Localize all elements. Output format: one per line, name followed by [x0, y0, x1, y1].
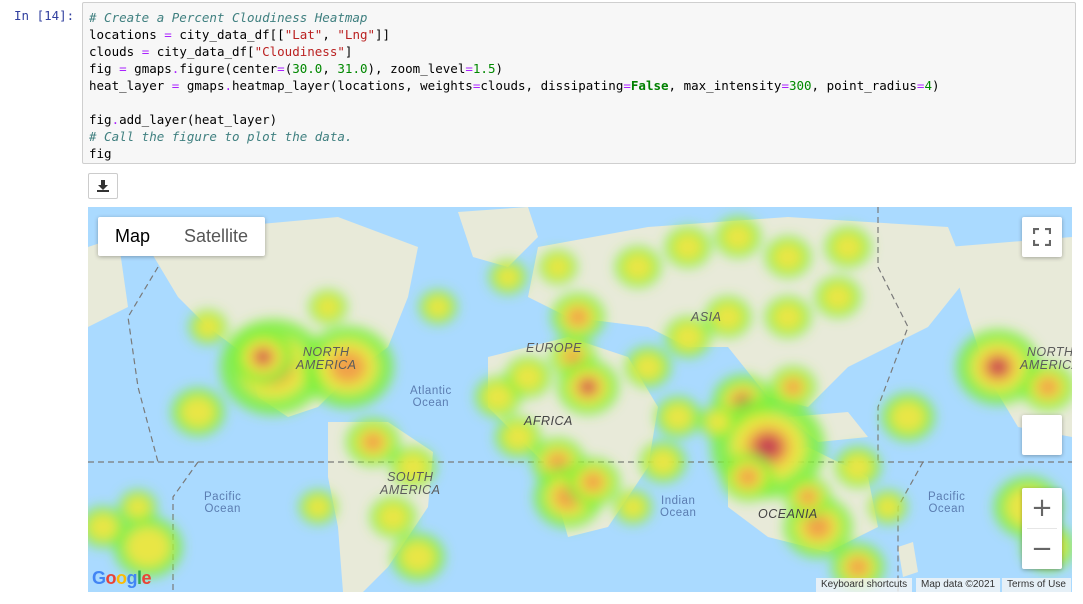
heat-blob: [255, 350, 271, 364]
heat-blob: [773, 243, 803, 271]
heat-blob: [737, 467, 759, 487]
code-line: # Call the figure to plot the data.: [89, 129, 353, 144]
heat-blob: [513, 363, 543, 391]
heat-blob: [125, 526, 171, 568]
heat-blob: [305, 495, 331, 519]
heat-blob: [620, 495, 646, 519]
zoom-in-button[interactable]: +: [1022, 488, 1062, 528]
code-line: fig.add_layer(heat_layer): [89, 112, 278, 127]
heat-blob: [633, 353, 663, 381]
heat-blob: [400, 541, 436, 573]
map-data-attribution: Map data ©2021: [916, 578, 1001, 592]
code-line: heat_layer = gmaps.heatmap_layer(locatio…: [89, 78, 940, 93]
code-line: clouds = city_data_df["Cloudiness"]: [89, 44, 353, 59]
heat-blob: [648, 448, 678, 476]
heat-blob: [567, 307, 589, 327]
heat-blob: [88, 513, 118, 541]
cell-prompt: In [14]:: [14, 8, 75, 23]
heat-blob: [833, 233, 863, 261]
heat-blob: [799, 488, 817, 506]
heat-blob: [315, 295, 341, 319]
heat-blob: [125, 495, 151, 519]
label-oceania: OCEANIA: [758, 507, 818, 521]
heat-blob: [495, 265, 521, 289]
download-icon: [97, 180, 109, 192]
map-type-map-button[interactable]: Map: [98, 217, 167, 256]
heat-blob: [425, 295, 451, 319]
heat-blob: [875, 495, 901, 519]
heat-blob: [773, 303, 803, 331]
heat-blob: [673, 323, 703, 351]
zoom-control: + −: [1022, 488, 1062, 569]
code-line: fig: [89, 146, 112, 161]
terms-of-use-link[interactable]: Terms of Use: [1002, 578, 1071, 592]
heat-blob: [580, 380, 596, 394]
fullscreen-button[interactable]: [1022, 217, 1062, 257]
heat-blob: [180, 396, 216, 428]
map-type-control: Map Satellite: [98, 217, 266, 256]
download-button[interactable]: [88, 173, 118, 199]
label-indian-ocean: Indian Ocean: [660, 495, 697, 519]
label-north-america-2: NORTH AMERICA: [1020, 345, 1072, 372]
label-africa: AFRICA: [524, 414, 573, 428]
heat-blob: [890, 401, 926, 433]
heat-blob: [784, 378, 802, 396]
heat-blob: [823, 283, 853, 311]
heat-blob: [195, 315, 221, 339]
label-pacific-ocean-1: Pacific Ocean: [204, 491, 242, 515]
heat-blob: [1037, 377, 1059, 397]
heat-blob: [378, 503, 408, 531]
code-line: # Create a Percent Cloudiness Heatmap: [89, 10, 368, 25]
label-europe: EUROPE: [526, 341, 582, 355]
heat-blob: [705, 410, 731, 434]
heat-blob: [723, 223, 753, 251]
zoom-out-button[interactable]: −: [1022, 529, 1062, 569]
label-pacific-ocean-2: Pacific Ocean: [928, 491, 966, 515]
heat-blob: [362, 432, 384, 452]
heat-blob: [847, 557, 869, 577]
label-asia: ASIA: [691, 310, 722, 324]
world-map: [88, 207, 1072, 592]
label-south-america: SOUTH AMERICA: [380, 470, 441, 497]
heat-blob: [988, 358, 1008, 376]
label-atlantic-ocean: Atlantic Ocean: [410, 385, 452, 409]
google-logo[interactable]: Google: [92, 568, 152, 589]
label-north-america: NORTH AMERICA: [296, 345, 357, 372]
heat-blob: [843, 453, 873, 481]
code-line: locations = city_data_df[["Lat", "Lng"]]: [89, 27, 391, 42]
keyboard-shortcuts-link[interactable]: Keyboard shortcuts: [816, 578, 913, 592]
heat-blob: [582, 472, 604, 492]
code-editor[interactable]: # Create a Percent Cloudiness Heatmap loc…: [89, 9, 940, 162]
code-cell[interactable]: # Create a Percent Cloudiness Heatmap loc…: [82, 2, 1076, 164]
map-type-satellite-button[interactable]: Satellite: [167, 217, 265, 256]
code-line: fig = gmaps.figure(center=(30.0, 31.0), …: [89, 61, 503, 76]
heat-blob: [673, 233, 703, 261]
map-widget[interactable]: NORTH AMERICA NORTH AMERICA EUROPE ASIA …: [88, 207, 1072, 592]
heat-blob: [623, 253, 653, 281]
heat-blob: [545, 255, 571, 279]
heat-blob: [663, 403, 693, 431]
street-view-control[interactable]: [1022, 415, 1062, 455]
fullscreen-icon: [1033, 228, 1051, 246]
